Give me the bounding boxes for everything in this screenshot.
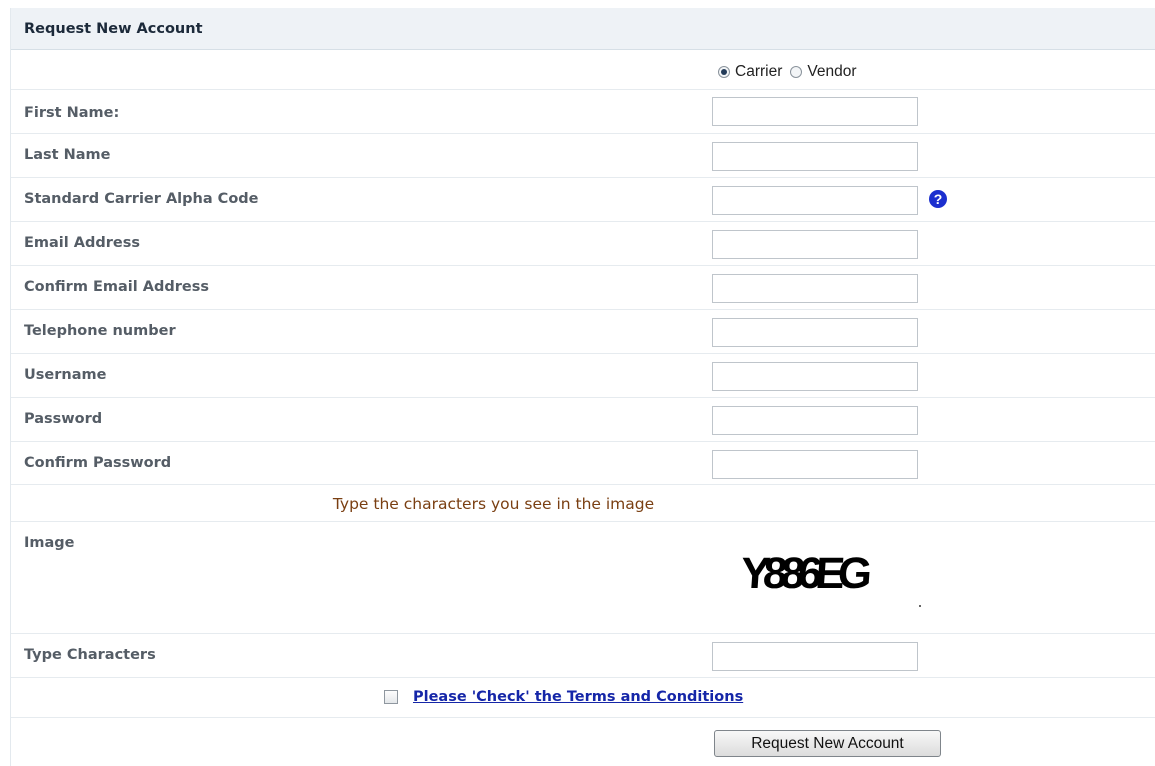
- terms-checkbox[interactable]: [384, 690, 398, 704]
- vendor-radio-label[interactable]: Vendor: [807, 63, 856, 81]
- vendor-radio[interactable]: [790, 66, 803, 78]
- scac-label: Standard Carrier Alpha Code: [24, 191, 259, 207]
- first-name-input[interactable]: [712, 97, 918, 126]
- telephone-row: Telephone number: [11, 310, 1155, 354]
- captcha-instruction-row: Type the characters you see in the image: [11, 485, 1155, 522]
- telephone-input[interactable]: [712, 318, 918, 347]
- last-name-label: Last Name: [24, 147, 111, 163]
- form-header: Request New Account: [11, 8, 1155, 50]
- request-account-form: Request New Account Carrier Vendor First…: [10, 8, 1155, 766]
- username-input[interactable]: [712, 362, 918, 391]
- type-characters-row: Type Characters: [11, 634, 1155, 678]
- confirm-email-label: Confirm Email Address: [24, 279, 209, 295]
- password-input[interactable]: [712, 406, 918, 435]
- captcha-instruction: Type the characters you see in the image: [332, 495, 655, 513]
- password-label: Password: [24, 411, 103, 427]
- captcha-image-label: Image: [24, 535, 75, 551]
- email-label: Email Address: [24, 235, 141, 251]
- first-name-row: First Name:: [11, 90, 1155, 134]
- confirm-email-row: Confirm Email Address: [11, 266, 1155, 310]
- terms-link[interactable]: Please 'Check' the Terms and Conditions: [413, 689, 743, 705]
- username-row: Username: [11, 354, 1155, 398]
- confirm-password-row: Confirm Password: [11, 442, 1155, 485]
- request-account-button[interactable]: Request New Account: [714, 730, 941, 757]
- captcha-text: Y886EG: [741, 549, 872, 598]
- telephone-label: Telephone number: [24, 323, 176, 339]
- confirm-password-label: Confirm Password: [24, 455, 172, 471]
- confirm-password-input[interactable]: [712, 450, 918, 479]
- submit-row: Request New Account: [11, 718, 1155, 766]
- captcha-image-row: Image Y886EG: [11, 522, 1155, 634]
- form-title: Request New Account: [24, 20, 203, 37]
- type-characters-input[interactable]: [712, 642, 918, 671]
- confirm-email-input[interactable]: [712, 274, 918, 303]
- captcha-noise-dot: [919, 605, 921, 607]
- last-name-input[interactable]: [712, 142, 918, 171]
- terms-row: Please 'Check' the Terms and Conditions: [11, 678, 1155, 718]
- first-name-label: First Name:: [24, 105, 120, 121]
- email-input[interactable]: [712, 230, 918, 259]
- captcha-image: Y886EG: [741, 549, 921, 607]
- last-name-row: Last Name: [11, 134, 1155, 178]
- type-characters-label: Type Characters: [24, 647, 156, 663]
- scac-input[interactable]: [712, 186, 918, 215]
- carrier-radio[interactable]: [718, 66, 730, 78]
- email-row: Email Address: [11, 222, 1155, 266]
- password-row: Password: [11, 398, 1155, 442]
- account-type-row: Carrier Vendor: [11, 50, 1155, 90]
- question-circle-icon[interactable]: ?: [929, 190, 947, 208]
- account-type-radio-group: Carrier Vendor: [718, 63, 865, 81]
- carrier-radio-label[interactable]: Carrier: [735, 63, 782, 81]
- scac-row: Standard Carrier Alpha Code ?: [11, 178, 1155, 222]
- username-label: Username: [24, 367, 107, 383]
